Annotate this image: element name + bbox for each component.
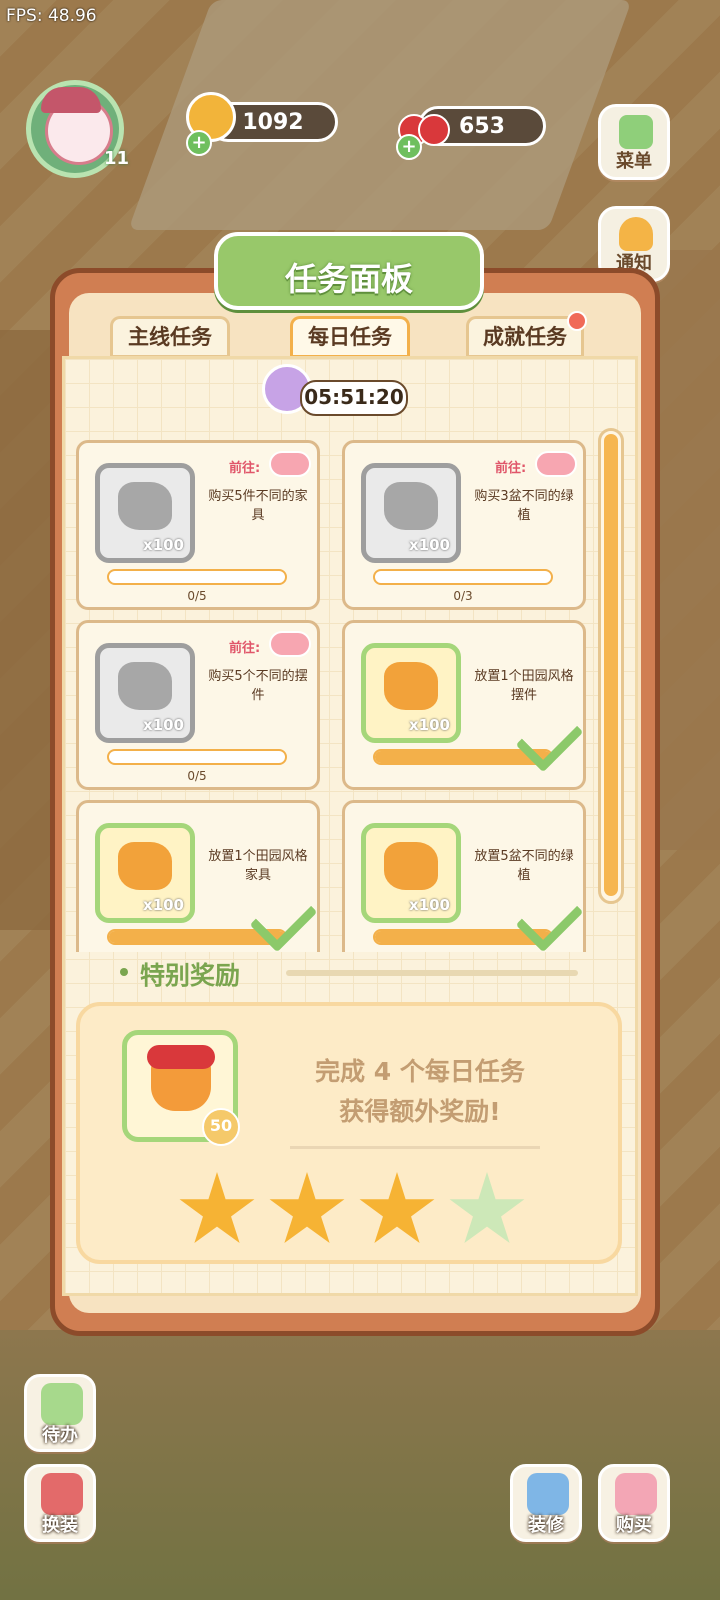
reward-text-line2: 获得额外奖励!	[339, 1097, 501, 1126]
special-reward-description: 完成 4 个每日任务 获得额外奖励!	[260, 1052, 580, 1132]
todo-label: 待办	[42, 1425, 78, 1446]
buy-label: 购买	[616, 1515, 652, 1536]
task-description: 购买5件不同的家具	[208, 489, 308, 523]
player-level: 11	[104, 148, 130, 169]
task-reward-thumb: x100	[95, 823, 195, 923]
tab-main-quests[interactable]: 主线任务	[110, 316, 230, 358]
notification-dot	[567, 311, 587, 331]
goto-arrow-icon[interactable]	[535, 451, 577, 477]
reward-divider	[290, 1146, 540, 1149]
tab-achievements[interactable]: 成就任务	[466, 311, 587, 358]
task-reward-qty: x100	[143, 716, 184, 734]
tab-achievements-label: 成就任务	[483, 325, 567, 349]
section-bullet	[120, 968, 128, 976]
scrollbar-thumb[interactable]	[604, 434, 618, 896]
task-reward-thumb: x100	[361, 463, 461, 563]
task-reward-thumb: x100	[361, 643, 461, 743]
cherry-amount: 653	[459, 113, 505, 139]
outfit-icon	[41, 1473, 83, 1515]
task-reward-thumb: x100	[95, 643, 195, 743]
menu-label: 菜单	[616, 151, 652, 172]
tab-daily-quests[interactable]: 每日任务	[290, 316, 410, 358]
gold-nugget-icon	[384, 482, 438, 530]
goto-label: 前往:	[229, 461, 261, 476]
task-description: 放置5盆不同的绿植	[474, 849, 574, 883]
task-reward-qty: x100	[143, 896, 184, 914]
section-divider	[286, 970, 578, 976]
task-description: 放置1个田园风格摆件	[474, 669, 574, 703]
task-reward-thumb: x100	[361, 823, 461, 923]
task-progress-bar	[107, 749, 287, 765]
task-description: 购买5个不同的摆件	[208, 669, 308, 703]
task-card[interactable]: x100 放置5盆不同的绿植	[342, 800, 586, 952]
task-progress-text: 0/3	[453, 589, 473, 603]
tab-daily-label: 每日任务	[308, 325, 392, 349]
task-progress-text: 0/5	[187, 769, 207, 783]
task-reward-qty: x100	[409, 716, 450, 734]
gold-nugget-icon	[384, 842, 438, 890]
fps-counter: FPS: 48.96	[6, 6, 97, 26]
goto-arrow-icon[interactable]	[269, 631, 311, 657]
shopping-bag-icon	[615, 1473, 657, 1515]
menu-icon	[619, 115, 653, 149]
bell-icon	[619, 217, 653, 251]
gold-nugget-icon	[118, 662, 172, 710]
decorate-label: 装修	[528, 1515, 564, 1536]
todo-icon	[41, 1383, 83, 1425]
tab-main-label: 主线任务	[128, 325, 212, 349]
add-cherry-icon[interactable]: +	[396, 134, 422, 160]
gold-nugget-icon	[118, 842, 172, 890]
buy-button[interactable]: 购买	[598, 1464, 670, 1542]
gold-nugget-icon	[118, 482, 172, 530]
task-description: 放置1个田园风格家具	[208, 849, 308, 883]
avatar-hat	[41, 87, 101, 113]
goto-label: 前往:	[229, 641, 261, 656]
task-list[interactable]: x100 前往: 购买5件不同的家具 0/5 x100 前往: 购买3盆不同的绿植 0/3 x1…	[76, 436, 596, 952]
task-description: 购买3盆不同的绿植	[474, 489, 574, 523]
task-list-scrollbar[interactable]	[598, 428, 624, 904]
goto-arrow-icon[interactable]	[269, 451, 311, 477]
task-reward-qty: x100	[409, 536, 450, 554]
daily-reset-timer: 05:51:20	[300, 380, 408, 416]
decorate-button[interactable]: 装修	[510, 1464, 582, 1542]
task-card[interactable]: x100 前往: 购买3盆不同的绿植 0/3	[342, 440, 586, 610]
task-card[interactable]: x100 前往: 购买5个不同的摆件 0/5	[76, 620, 320, 790]
add-coin-icon[interactable]: +	[186, 130, 212, 156]
task-card[interactable]: x100 前往: 购买5件不同的家具 0/5	[76, 440, 320, 610]
task-panel-title: 任务面板	[284, 260, 413, 298]
coin-amount: 1092	[242, 109, 304, 135]
goto-label: 前往:	[495, 461, 527, 476]
dressup-label: 换装	[42, 1515, 78, 1536]
tomato-icon	[147, 1045, 215, 1069]
task-progress-bar	[107, 569, 287, 585]
reward-text-line1: 完成 4 个每日任务	[315, 1057, 525, 1086]
task-card[interactable]: x100 放置1个田园风格摆件	[342, 620, 586, 790]
decorate-icon	[527, 1473, 569, 1515]
todo-button[interactable]: 待办	[24, 1374, 96, 1452]
task-progress-text: 0/5	[187, 589, 207, 603]
menu-button[interactable]: 菜单	[598, 104, 670, 180]
dressup-button[interactable]: 换装	[24, 1464, 96, 1542]
task-reward-thumb: x100	[95, 463, 195, 563]
task-progress-bar	[373, 569, 553, 585]
task-card[interactable]: x100 放置1个田园风格家具	[76, 800, 320, 952]
reward-quantity: 50	[202, 1108, 240, 1146]
special-reward-heading: 特别奖励	[140, 961, 241, 990]
task-reward-qty: x100	[409, 896, 450, 914]
gold-nugget-icon	[384, 662, 438, 710]
task-panel-title-plate: 任务面板	[214, 232, 484, 310]
task-reward-qty: x100	[143, 536, 184, 554]
